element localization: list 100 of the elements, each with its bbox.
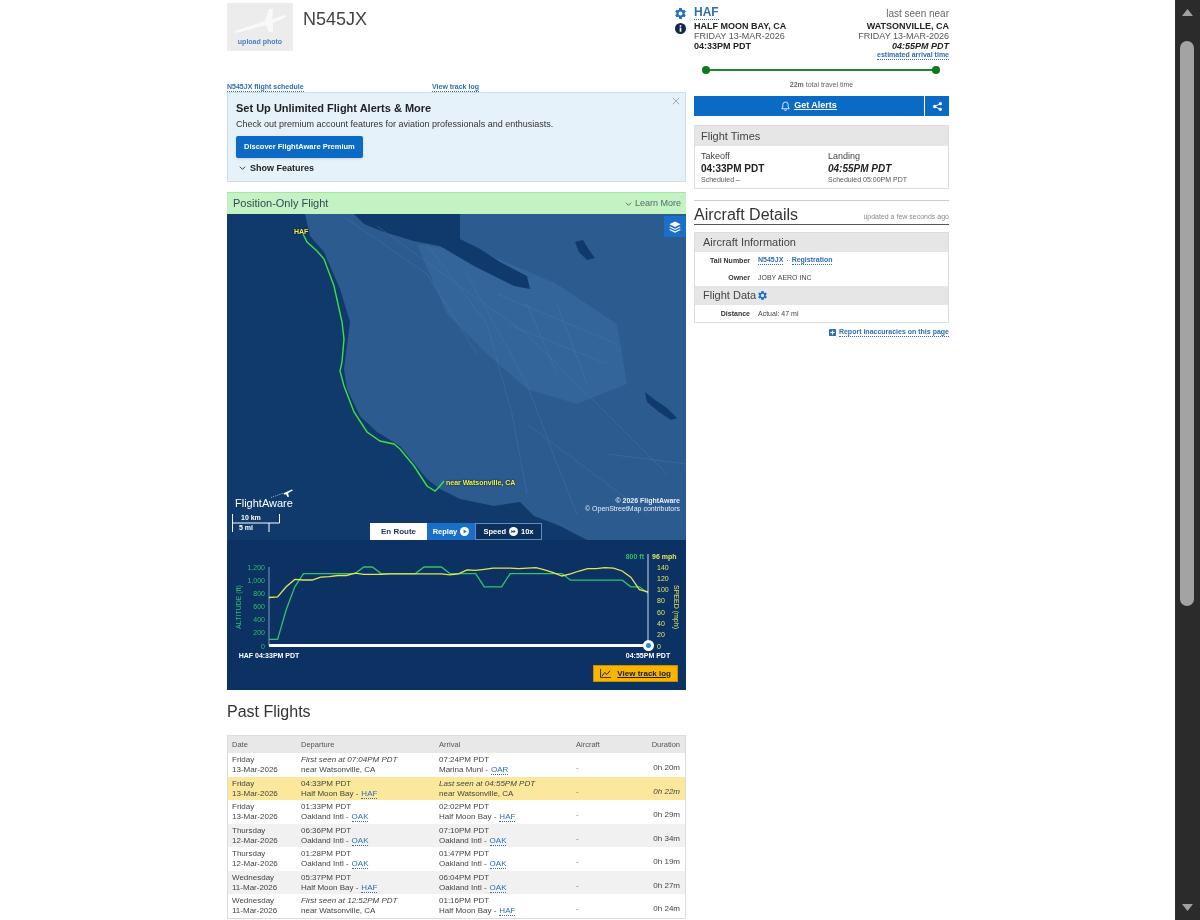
airport-code-link[interactable]: HAF [499,906,516,916]
duration-text: 0h 20m [653,763,680,772]
share-button[interactable] [925,96,949,116]
city-text: WATSONVILLE, CA [866,21,949,31]
duration-text: 0h 24m [653,904,680,913]
label-text: Takeoff [701,151,730,162]
time-text: 04:33PM PDT [301,778,352,789]
airport-code-link[interactable]: HAF [694,6,719,20]
day-text: Friday [232,755,256,765]
scroll-down-icon[interactable] [1182,904,1193,911]
airport-code-link[interactable]: OAK [351,812,369,822]
play-icon [460,527,470,536]
show-features-toggle[interactable]: Show Features [236,162,314,174]
place-text: Oakland Intl - [301,812,349,822]
scroll-up-icon[interactable] [1182,9,1193,16]
place-text: near Watsonville, CA [439,788,514,799]
date-text: 13-Mar-2026 [232,765,279,775]
date-text: FRIDAY 13-MAR-2026 [694,31,785,41]
aircraft-text: - [576,880,579,890]
time-text: 01:33PM PDT [301,802,352,812]
settings-icon[interactable] [758,291,768,300]
layers-button[interactable] [664,216,686,237]
table-row[interactable]: Friday 13-Mar-2026 04:33PM PDT Half Moon Bay - HAF Last seen at 04:55PM PDT near Watsonville, CA - 0h 22m [228,776,685,800]
plane-icon [271,488,293,498]
place-text: Half Moon Bay - [301,882,359,893]
promo-text: Check out premium account features for aviation professionals and enthusiasts. [236,119,554,130]
duration-text: 0h 27m [653,880,680,890]
table-row[interactable]: Wednesday 11-Mar-2026 05:37PM PDT Half Moon Bay - HAF 06:04PM PDT Oakland Intl - OAK - 0h 27m [228,870,685,894]
duration-text: 0h 29m [653,810,680,819]
time-text: 01:47PM PDT [439,849,490,859]
tail-number-heading: N545JX [303,8,368,30]
section-heading: Aircraft Details [694,205,799,224]
promo-title: Set Up Unlimited Flight Alerts & More [236,101,432,115]
time-text: 04:55PM PDT [891,41,949,51]
aircraft-text: - [576,904,579,913]
view-track-log-button[interactable]: View track log [593,665,678,682]
aircraft-text: - [576,810,579,819]
banner-title: Position-Only Flight [233,197,329,210]
bell-icon [781,101,791,111]
time-text: 02:02PM PDT [439,802,490,812]
time-text: 05:37PM PDT [301,872,352,883]
place-text: Half Moon Bay - [301,788,359,799]
status-label: En Route [370,523,427,540]
time-text: 04:33PM PDT [701,162,765,175]
scale-bar [232,514,280,532]
scrollbar-thumb[interactable] [1180,41,1194,606]
date-text: 11-Mar-2026 [232,906,279,916]
airport-code-link[interactable]: OAK [489,859,507,869]
aircraft-text: - [576,857,579,866]
chevron-down-icon [624,201,632,206]
time-text: 06:36PM PDT [301,825,352,836]
plus-square-icon [828,328,836,336]
time-text: First seen at 07:04PM PDT [301,755,398,765]
aircraft-text: - [576,786,579,796]
time-text: Last seen at 04:55PM PDT [439,778,536,789]
date-text: 12-Mar-2026 [232,835,279,846]
time-text: 06:04PM PDT [439,872,490,883]
place-text: Oakland Intl - [439,882,487,893]
get-alerts-button[interactable]: Get Alerts [694,96,924,116]
aircraft-text: - [576,763,579,772]
day-text: Wednesday [232,872,276,883]
label-text: Landing [828,151,861,162]
time-text: 07:10PM PDT [439,825,490,836]
airport-code-link[interactable]: OAK [489,835,507,846]
duration-text: 0h 19m [653,857,680,866]
time-text: First seen at 12:52PM PDT [301,896,398,906]
place-text: near Watsonville, CA [301,906,376,916]
table-row[interactable]: Thursday 12-Mar-2026 06:36PM PDT Oakland Intl - OAK 07:10PM PDT Oakland Intl - OAK - 0h 34m [228,823,685,847]
airport-code-link[interactable]: OAR [490,765,509,775]
aircraft-text: - [576,833,579,843]
time-text: 04:33PM PDT [694,41,752,51]
learn-more-link[interactable]: Learn More [624,198,681,209]
status-text: last seen near [886,8,949,20]
place-text: Marina Muni - [439,765,488,775]
time-text: 01:28PM PDT [301,849,352,859]
settings-icon[interactable] [675,8,686,19]
scrollbar[interactable] [1175,0,1200,920]
info-icon[interactable] [675,23,686,34]
airport-code-link[interactable]: HAF [361,788,378,799]
place-text: Oakland Intl - [301,859,349,869]
date-text: 13-Mar-2026 [232,788,279,799]
time-text: 07:24PM PDT [439,755,490,765]
share-icon [932,101,942,111]
airport-code-link[interactable]: OAK [351,859,369,869]
date-text: 12-Mar-2026 [232,859,279,869]
airport-code-link[interactable]: OAK [351,835,369,846]
date-text: 11-Mar-2026 [232,882,279,893]
airport-code-link[interactable]: HAF [361,882,378,893]
layers-icon [669,220,681,233]
place-text: Half Moon Bay - [439,906,497,916]
slider-thumb[interactable] [642,640,654,651]
time-text: 04:55PM PDT [828,162,892,175]
logo-wordmark: FlightAware [235,497,293,509]
place-text: Oakland Intl - [439,859,487,869]
card-title: Flight Times [701,129,761,143]
card-title: Flight Data [703,289,757,302]
day-text: Thursday [232,825,267,836]
day-text: Thursday [232,849,267,859]
airport-code-link[interactable]: HAF [499,812,516,822]
airport-code-link[interactable]: OAK [489,882,507,893]
